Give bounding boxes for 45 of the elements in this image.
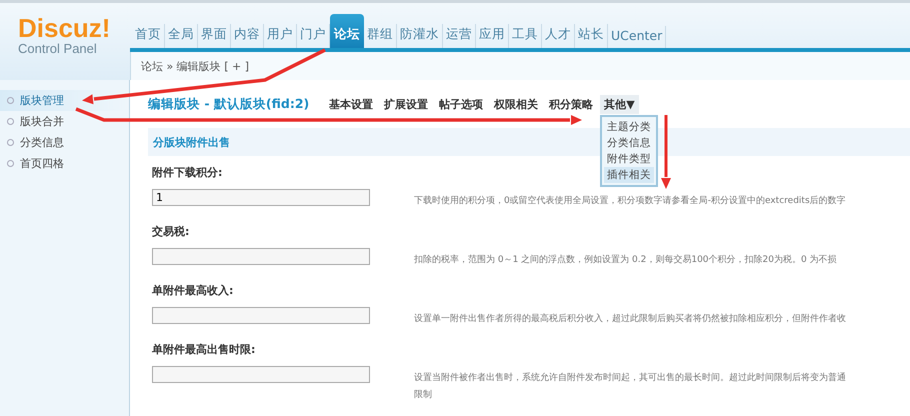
input-field[interactable] <box>152 248 370 265</box>
nav-tab[interactable]: 用户 <box>264 24 297 48</box>
tab[interactable]: 帖子选项 <box>435 94 488 114</box>
input-field[interactable] <box>152 307 370 324</box>
input-field[interactable]: 1 <box>152 189 370 206</box>
nav-tab[interactable]: 内容 <box>231 24 264 48</box>
logo-title: Discuz! <box>18 15 112 41</box>
page-title: 编辑版块 - 默认版块(fid:2) <box>148 96 310 112</box>
nav-tab[interactable]: 全局 <box>165 24 198 48</box>
field-label: 单附件最高收入: <box>151 283 234 299</box>
nav-tab[interactable]: 站长 <box>575 24 608 48</box>
menu-item[interactable]: 主题分类 <box>604 118 654 134</box>
nav-tab[interactable]: 群组 <box>364 24 397 48</box>
sidebar-item[interactable]: 版块合并 <box>0 111 129 132</box>
sidebar-item[interactable]: 首页四格 <box>0 153 129 174</box>
nav-tab[interactable]: 界面 <box>198 24 231 48</box>
nav-tab[interactable]: 论坛 <box>330 14 364 48</box>
nav-tab[interactable]: 应用 <box>476 24 509 48</box>
tab[interactable]: 基本设置 <box>325 94 378 114</box>
input-field[interactable] <box>152 366 370 383</box>
nav-tab[interactable]: 首页 <box>132 24 165 48</box>
tab[interactable]: 积分策略 <box>545 94 598 114</box>
tab[interactable]: 其他▼ <box>600 94 639 114</box>
menu-item[interactable]: 分类信息 <box>604 134 654 150</box>
menu-item[interactable]: 附件类型 <box>604 150 654 166</box>
nav-tab[interactable]: 人才 <box>542 24 575 48</box>
field-description: 限制 <box>414 388 433 402</box>
logo-subtitle: Control Panel <box>18 41 98 56</box>
field-description: 设置当附件被作者出售时，系统允许自附件发布时间起，其可出售的最长时间。超过此时间限制后将变为普通 <box>414 371 846 385</box>
section-title: 分版块附件出售 <box>153 134 230 150</box>
nav-tab[interactable]: 防灌水 <box>397 24 443 48</box>
menu-item[interactable]: 插件相关 <box>604 166 654 182</box>
tab[interactable]: 扩展设置 <box>380 94 432 114</box>
tab[interactable]: 权限相关 <box>490 94 542 114</box>
field-description: 设置单一附件出售作者所得的最高税后积分收入，超过此限制后购买者将仍然被扣除相应积分，但附件作者收 <box>414 312 846 326</box>
nav-tab[interactable]: 工具 <box>509 24 542 48</box>
field-description: 下载时使用的积分项，0或留空代表使用全局设置，积分项数字请参看全局-积分设置中的extcredits后的数字 <box>414 194 846 208</box>
nav-tab[interactable]: UCenter <box>608 26 666 48</box>
field-label: 单附件最高出售时限: <box>151 342 256 358</box>
breadcrumb: 论坛 » 编辑版块 [ + ] <box>141 58 250 74</box>
field-description: 扣除的税率，范围为 0～1 之间的浮点数，例如设置为 0.2，则每交易100个积分，扣除20为税。0 为不损 <box>414 254 837 267</box>
field-label: 附件下载积分: <box>151 165 222 181</box>
sidebar-item[interactable]: 分类信息 <box>0 132 129 153</box>
nav-tab[interactable]: 运营 <box>443 24 476 48</box>
field-label: 交易税: <box>151 224 190 240</box>
